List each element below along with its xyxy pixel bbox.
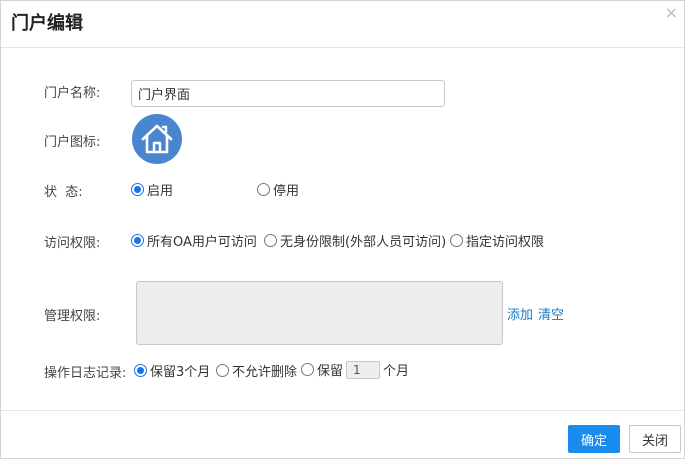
ok-button[interactable]: 确定 xyxy=(568,425,620,453)
close-button[interactable]: 关闭 xyxy=(629,425,681,453)
log-no-delete-label: 不允许删除 xyxy=(232,365,298,380)
access-unrestricted-label: 无身份限制(外部人员可访问) xyxy=(280,235,447,250)
access-label: 访问权限: xyxy=(44,236,101,251)
dialog-header: 门户编辑 × xyxy=(1,1,684,48)
status-enabled-radio[interactable]: 启用 xyxy=(131,180,173,199)
status-disabled-radio[interactable]: 停用 xyxy=(257,180,299,199)
radio-unchecked xyxy=(301,363,314,376)
access-all-oa-label: 所有OA用户可访问 xyxy=(147,235,257,250)
log-months-unit: 个月 xyxy=(383,364,410,379)
admin-permission-box[interactable] xyxy=(136,281,503,345)
log-keep-3-months-label: 保留3个月 xyxy=(150,365,211,380)
access-specified-radio[interactable]: 指定访问权限 xyxy=(450,231,544,250)
radio-checked xyxy=(131,183,144,196)
access-unrestricted-radio[interactable]: 无身份限制(外部人员可访问) xyxy=(264,231,446,250)
log-keep-3-months-radio[interactable]: 保留3个月 xyxy=(134,361,210,380)
radio-checked xyxy=(134,364,147,377)
portal-edit-dialog: 门户编辑 × 门户名称: 门户图标: 状 态: 启用 停用 访问权限: 所有OA… xyxy=(0,0,685,459)
house-icon[interactable] xyxy=(132,114,182,164)
log-keep-custom-radio[interactable]: 保留 1 个月 xyxy=(301,360,409,379)
dialog-title: 门户编辑 xyxy=(11,13,83,34)
admin-clear-link[interactable]: 清空 xyxy=(538,304,564,323)
log-no-delete-radio[interactable]: 不允许删除 xyxy=(216,361,297,380)
status-label: 状 态: xyxy=(44,185,83,200)
radio-unchecked xyxy=(264,234,277,247)
radio-unchecked xyxy=(257,183,270,196)
radio-unchecked xyxy=(216,364,229,377)
access-specified-label: 指定访问权限 xyxy=(466,235,545,250)
radio-unchecked xyxy=(450,234,463,247)
log-keep-custom-label: 保留 xyxy=(317,364,344,379)
access-all-oa-radio[interactable]: 所有OA用户可访问 xyxy=(131,231,257,250)
admin-add-link[interactable]: 添加 xyxy=(507,304,533,323)
portal-name-input[interactable] xyxy=(131,80,445,107)
log-label: 操作日志记录: xyxy=(44,366,127,381)
status-enabled-label: 启用 xyxy=(147,184,174,199)
portal-icon-label: 门户图标: xyxy=(44,135,101,150)
radio-checked xyxy=(131,234,144,247)
log-months-input[interactable]: 1 xyxy=(346,360,381,379)
status-disabled-label: 停用 xyxy=(273,184,300,199)
close-icon[interactable]: × xyxy=(665,3,678,22)
admin-label: 管理权限: xyxy=(44,309,101,324)
portal-name-label: 门户名称: xyxy=(44,86,101,101)
